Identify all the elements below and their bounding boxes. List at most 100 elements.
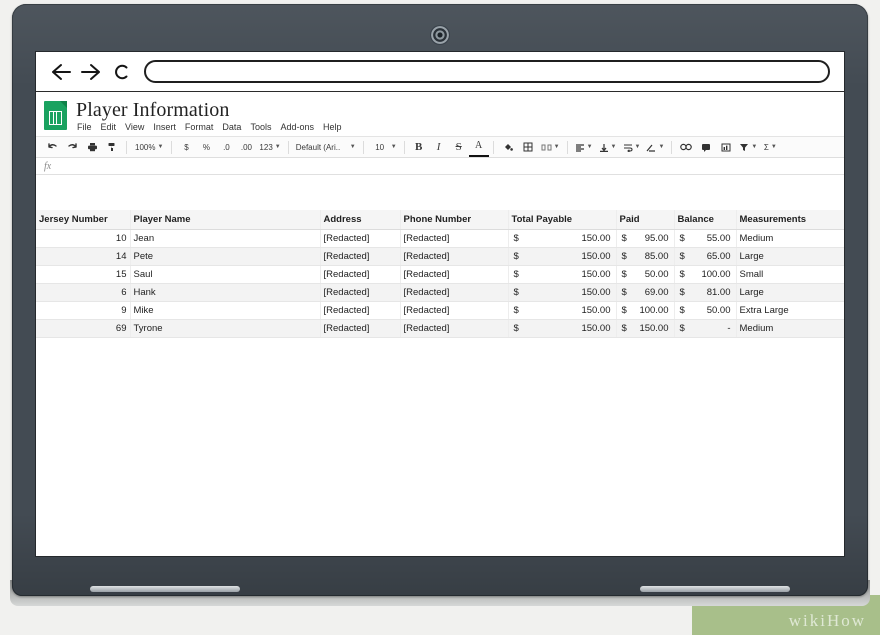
column-header-jersey-number[interactable]: Jersey Number [36, 210, 131, 230]
cell-player-name[interactable]: Tyrone [130, 319, 321, 338]
text-rotation-button[interactable]: ▼ [643, 138, 667, 156]
cell-total-payable[interactable]: $150.00 [508, 265, 617, 284]
menu-item-data[interactable]: Data [222, 122, 241, 132]
cell-player-name[interactable]: Hank [130, 283, 321, 302]
cell-total-payable[interactable]: $150.00 [508, 301, 617, 320]
table-row[interactable]: 6 Hank [Redacted] [Redacted] $150.00 $69… [36, 283, 844, 302]
text-wrap-button[interactable]: ▼ [620, 138, 644, 156]
cell-total-payable[interactable]: $150.00 [508, 319, 617, 338]
menu-item-file[interactable]: File [77, 122, 92, 132]
cell-measurements[interactable]: Medium [736, 229, 844, 248]
table-row[interactable]: 10 Jean [Redacted] [Redacted] $150.00 $9… [36, 229, 844, 248]
italic-button[interactable]: I [429, 138, 449, 156]
spreadsheet-grid[interactable]: Jersey Number Player Name Address Phone … [36, 210, 844, 555]
cell-phone-number[interactable]: [Redacted] [400, 301, 509, 320]
cell-balance[interactable]: $81.00 [674, 283, 737, 302]
cell-paid[interactable]: $95.00 [616, 229, 675, 248]
menu-item-tools[interactable]: Tools [250, 122, 271, 132]
cell-jersey-number[interactable]: 10 [36, 229, 131, 248]
formula-bar[interactable]: fx [36, 158, 844, 175]
menu-item-help[interactable]: Help [323, 122, 342, 132]
table-row[interactable]: 14 Pete [Redacted] [Redacted] $150.00 $8… [36, 247, 844, 266]
column-header-player-name[interactable]: Player Name [130, 210, 321, 230]
cell-phone-number[interactable]: [Redacted] [400, 283, 509, 302]
borders-button[interactable] [518, 138, 538, 156]
cell-total-payable[interactable]: $150.00 [508, 247, 617, 266]
column-header-total-payable[interactable]: Total Payable [508, 210, 617, 230]
fill-color-button[interactable] [498, 138, 518, 156]
format-currency-button[interactable]: $ [176, 138, 196, 156]
text-color-button[interactable]: A [468, 137, 489, 157]
format-percent-button[interactable]: % [196, 138, 216, 156]
cell-paid[interactable]: $150.00 [616, 319, 675, 338]
cell-measurements[interactable]: Small [736, 265, 844, 284]
cell-balance[interactable]: $50.00 [674, 301, 737, 320]
cell-player-name[interactable]: Jean [130, 229, 321, 248]
reload-button[interactable] [106, 57, 136, 87]
insert-chart-button[interactable] [716, 138, 736, 156]
cell-jersey-number[interactable]: 9 [36, 301, 131, 320]
undo-button[interactable] [42, 138, 62, 156]
forward-button[interactable] [76, 57, 106, 87]
cell-jersey-number[interactable]: 15 [36, 265, 131, 284]
print-button[interactable] [82, 138, 102, 156]
insert-comment-button[interactable] [696, 138, 716, 156]
cell-jersey-number[interactable]: 14 [36, 247, 131, 266]
table-row[interactable]: 9 Mike [Redacted] [Redacted] $150.00 $10… [36, 301, 844, 320]
column-header-measurements[interactable]: Measurements [736, 210, 844, 230]
cell-phone-number[interactable]: [Redacted] [400, 247, 509, 266]
address-bar[interactable] [144, 60, 830, 83]
font-size-selector[interactable]: 10 ▼ [368, 138, 400, 156]
cell-balance[interactable]: $65.00 [674, 247, 737, 266]
vertical-align-button[interactable]: ▼ [596, 138, 620, 156]
column-header-paid[interactable]: Paid [616, 210, 675, 230]
paint-format-button[interactable] [102, 138, 122, 156]
cell-measurements[interactable]: Medium [736, 319, 844, 338]
zoom-selector[interactable]: 100% ▼ [131, 138, 167, 156]
cell-address[interactable]: [Redacted] [320, 283, 401, 302]
cell-address[interactable]: [Redacted] [320, 319, 401, 338]
cell-player-name[interactable]: Mike [130, 301, 321, 320]
cell-measurements[interactable]: Large [736, 283, 844, 302]
cell-jersey-number[interactable]: 69 [36, 319, 131, 338]
empty-grid-area[interactable] [36, 337, 844, 498]
cell-paid[interactable]: $69.00 [616, 283, 675, 302]
cell-total-payable[interactable]: $150.00 [508, 283, 617, 302]
horizontal-align-button[interactable]: ▼ [572, 138, 596, 156]
cell-measurements[interactable]: Large [736, 247, 844, 266]
cell-phone-number[interactable]: [Redacted] [400, 229, 509, 248]
merge-cells-button[interactable]: ▼ [538, 138, 563, 156]
cell-paid[interactable]: $85.00 [616, 247, 675, 266]
table-row[interactable]: 15 Saul [Redacted] [Redacted] $150.00 $5… [36, 265, 844, 284]
cell-measurements[interactable]: Extra Large [736, 301, 844, 320]
redo-button[interactable] [62, 138, 82, 156]
insert-link-button[interactable] [676, 138, 696, 156]
table-row[interactable]: 69 Tyrone [Redacted] [Redacted] $150.00 … [36, 319, 844, 338]
menu-item-edit[interactable]: Edit [101, 122, 117, 132]
cell-balance[interactable]: $55.00 [674, 229, 737, 248]
menu-item-insert[interactable]: Insert [153, 122, 176, 132]
column-header-address[interactable]: Address [320, 210, 401, 230]
cell-phone-number[interactable]: [Redacted] [400, 265, 509, 284]
document-title[interactable]: Player Information [76, 99, 836, 121]
menu-item-addons[interactable]: Add-ons [280, 122, 314, 132]
back-button[interactable] [46, 57, 76, 87]
cell-phone-number[interactable]: [Redacted] [400, 319, 509, 338]
menu-item-format[interactable]: Format [185, 122, 214, 132]
strikethrough-button[interactable]: S [449, 138, 469, 156]
filter-button[interactable]: ▼ [736, 138, 760, 156]
cell-paid[interactable]: $100.00 [616, 301, 675, 320]
cell-paid[interactable]: $50.00 [616, 265, 675, 284]
cell-player-name[interactable]: Saul [130, 265, 321, 284]
cell-address[interactable]: [Redacted] [320, 229, 401, 248]
cell-address[interactable]: [Redacted] [320, 301, 401, 320]
cell-jersey-number[interactable]: 6 [36, 283, 131, 302]
cell-balance[interactable]: $100.00 [674, 265, 737, 284]
more-formats-button[interactable]: 123 ▼ [256, 138, 283, 156]
column-header-balance[interactable]: Balance [674, 210, 737, 230]
cell-address[interactable]: [Redacted] [320, 265, 401, 284]
functions-button[interactable]: Σ ▼ [760, 138, 780, 156]
column-header-phone-number[interactable]: Phone Number [400, 210, 509, 230]
cell-total-payable[interactable]: $150.00 [508, 229, 617, 248]
menu-item-view[interactable]: View [125, 122, 144, 132]
